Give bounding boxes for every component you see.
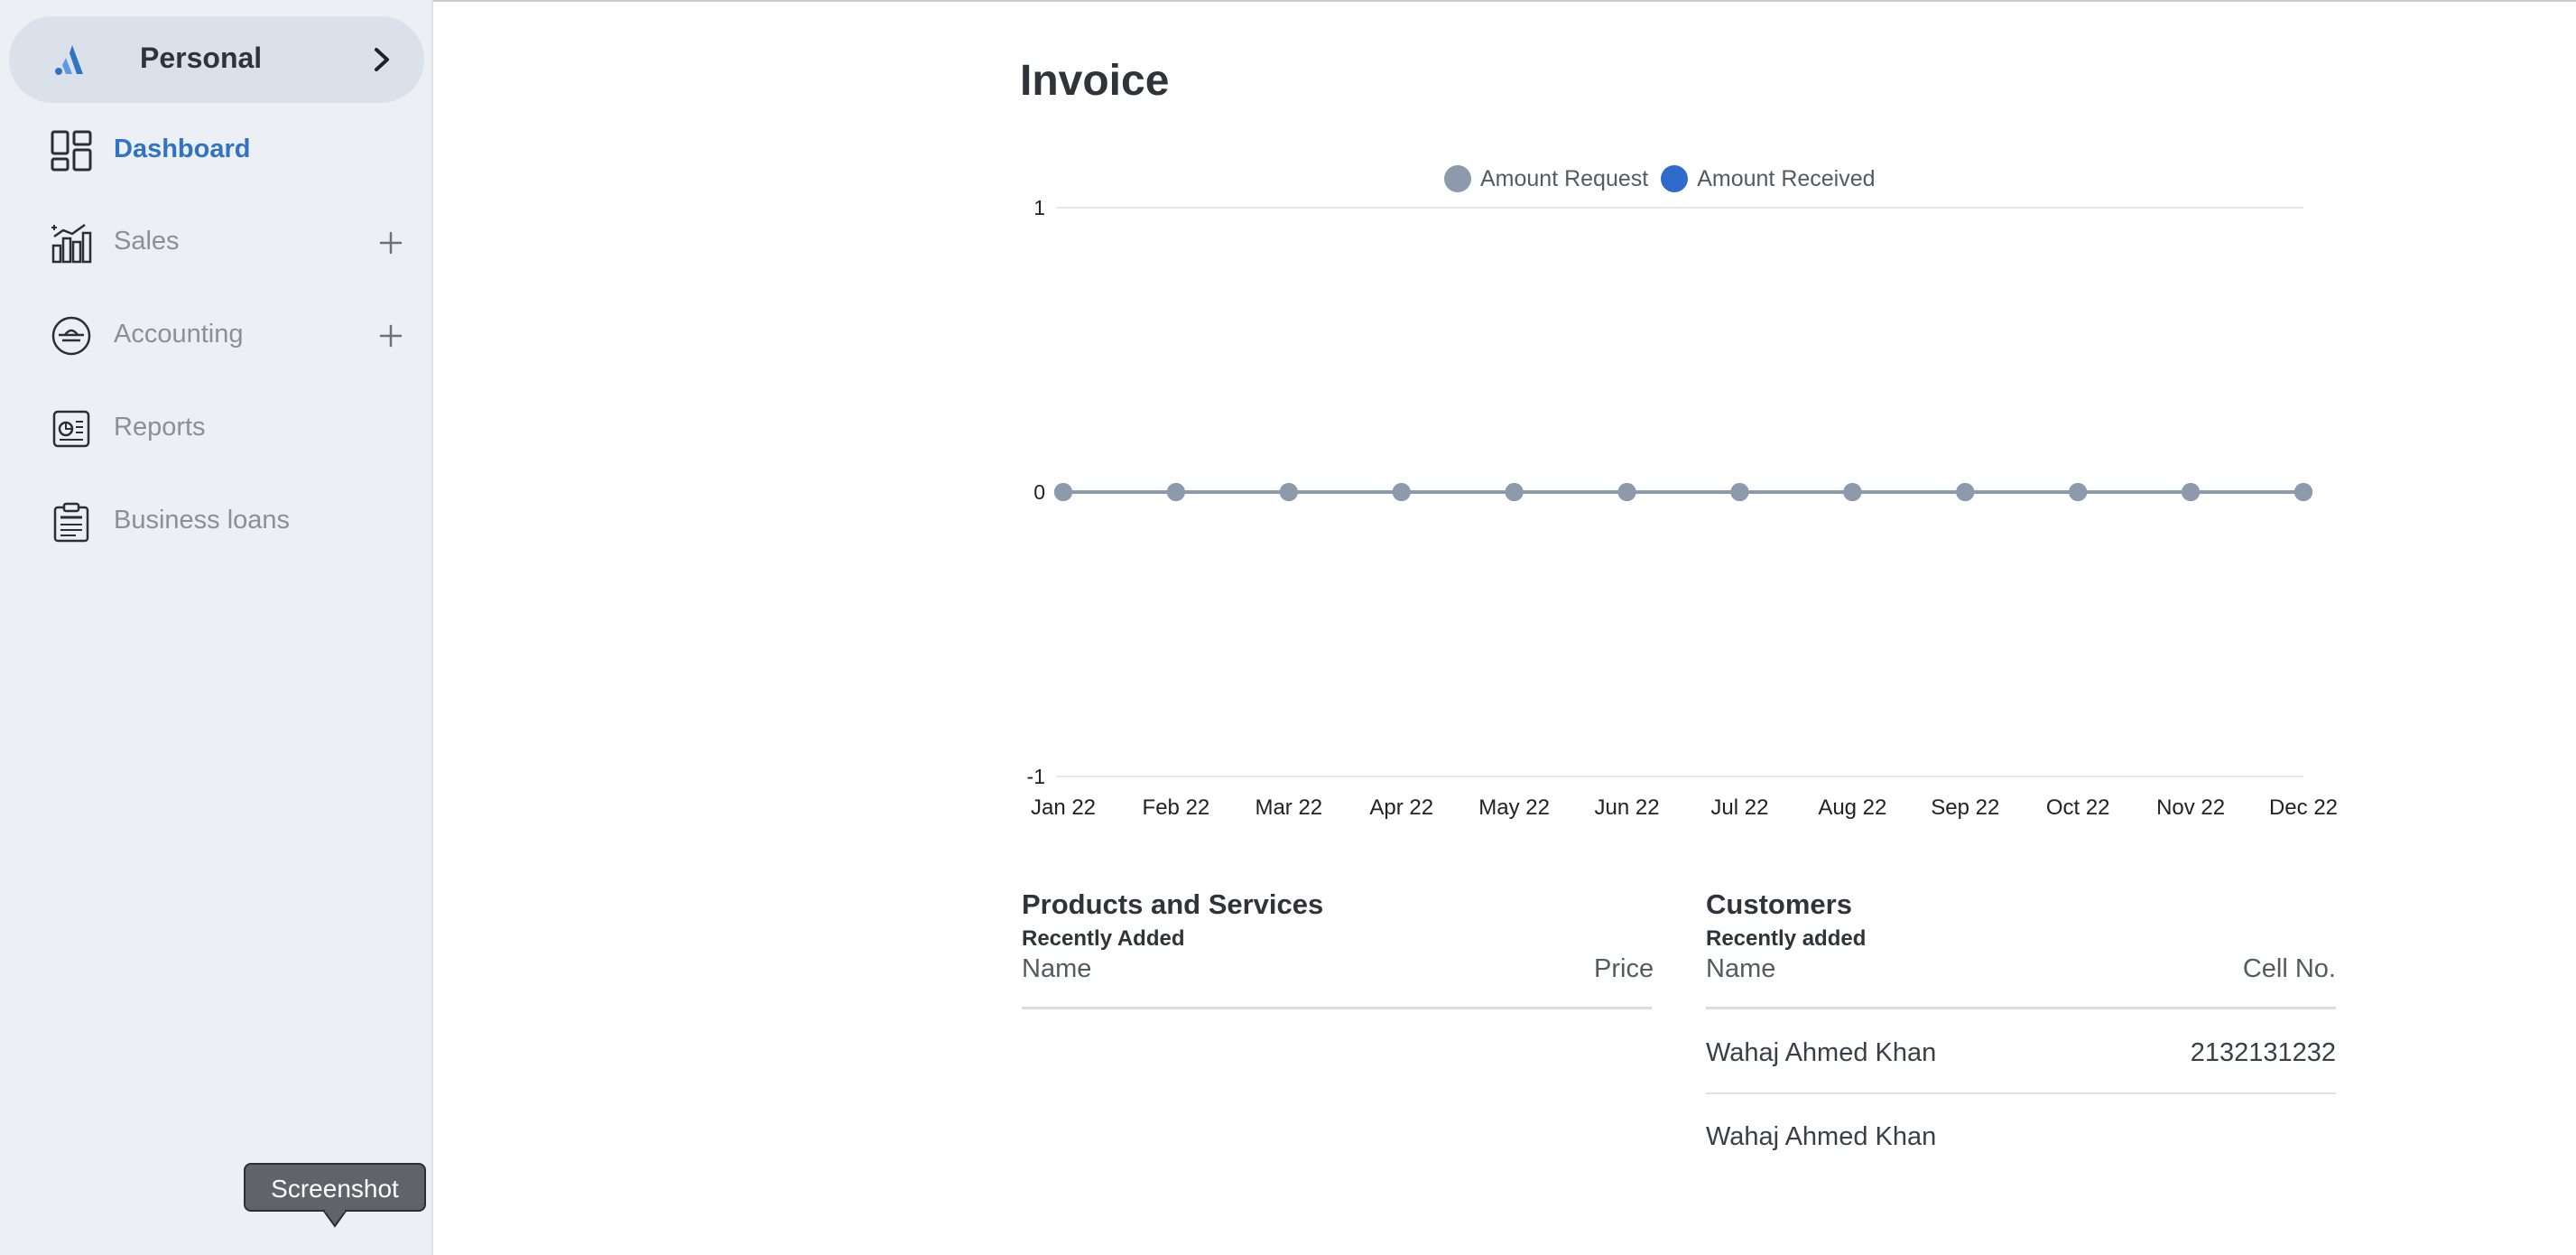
workspace-label: Personal [140,42,263,74]
sidebar-item-label: Sales [114,227,180,256]
scale-icon [51,316,91,356]
sidebar-item-label: Accounting [114,320,244,349]
x-tick-label: Jun 22 [1595,795,1660,820]
products-col-price: Price [1594,954,1654,983]
x-tick-label: May 22 [1478,795,1550,820]
products-col-name: Name [1022,954,1092,983]
customers-col-cell: Cell No. [2242,954,2336,983]
sidebar-item-dashboard[interactable]: Dashboard [0,110,431,191]
data-point-amount-request [1166,483,1185,501]
sales-chart-icon [51,223,92,264]
report-icon [52,410,90,448]
data-point-amount-request [1730,483,1749,501]
expand-plus-icon[interactable] [377,322,404,349]
x-tick-label: Jan 22 [1031,795,1096,820]
customer-name: Wahaj Ahmed Khan [1706,1038,1937,1067]
data-point-amount-request [1505,483,1524,501]
customers-header-divider [1706,1007,2336,1009]
customers-col-name: Name [1706,954,1776,983]
row-divider [1706,1092,2336,1094]
data-point-amount-request [1956,483,1975,501]
sidebar-item-sales[interactable]: Sales [0,202,431,284]
x-tick-label: Apr 22 [1369,795,1433,820]
loan-clipboard-icon [53,502,89,543]
data-point-amount-request [1054,483,1072,501]
dashboard-icon [51,130,92,172]
data-point-amount-request [2069,483,2088,501]
customer-cell-no: 2132131232 [2190,1038,2336,1067]
data-point-amount-request [1843,483,1862,501]
tooltip-tail-icon [323,1210,347,1228]
sidebar-item-label: Business loans [114,506,291,535]
sidebar: Personal Dashboard Sales Accounting Repo… [0,0,433,1255]
x-tick-label: Sep 22 [1931,795,1999,820]
sidebar-item-reports[interactable]: Reports [0,388,431,469]
data-point-amount-request [1617,483,1636,501]
products-title: Products and Services [1022,888,1324,920]
y-tick-label: 0 [1033,480,1045,504]
x-tick-label: Nov 22 [2156,795,2225,820]
x-tick-label: Mar 22 [1255,795,1322,820]
page-title: Invoice [1020,57,1170,105]
customer-name: Wahaj Ahmed Khan [1706,1122,1937,1151]
x-tick-label: Jul 22 [1710,795,1768,820]
sidebar-item-label: Reports [114,413,206,442]
data-point-amount-request [1392,483,1411,501]
screenshot-tooltip: Screenshot [244,1163,426,1212]
invoice-line-chart: 1 0 -1 Jan 22 Feb 22 Mar 22 Apr 22 May 22 Jun 22… [1027,196,2338,820]
x-tick-label: Dec 22 [2269,795,2338,820]
products-subtitle: Recently Added [1022,926,1185,951]
sidebar-item-business-loans[interactable]: Business loans [0,481,431,562]
chevron-right-icon [375,48,389,71]
y-tick-label: -1 [1027,765,1045,788]
expand-plus-icon[interactable] [377,229,404,256]
customers-title: Customers [1706,888,1852,920]
app-logo-icon [55,45,83,75]
sidebar-item-label: Dashboard [114,135,251,163]
x-tick-label: Feb 22 [1143,795,1210,820]
customers-subtitle: Recently added [1706,926,1867,951]
data-point-amount-request [2294,483,2312,501]
x-tick-label: Oct 22 [2046,795,2110,820]
data-point-amount-request [1279,483,1298,501]
sidebar-item-accounting[interactable]: Accounting [0,295,431,376]
data-point-amount-request [2182,483,2201,501]
products-header-divider [1022,1007,1652,1009]
x-tick-label: Aug 22 [1818,795,1886,820]
workspace-switcher[interactable]: Personal [9,16,424,103]
y-tick-label: 1 [1033,196,1045,219]
